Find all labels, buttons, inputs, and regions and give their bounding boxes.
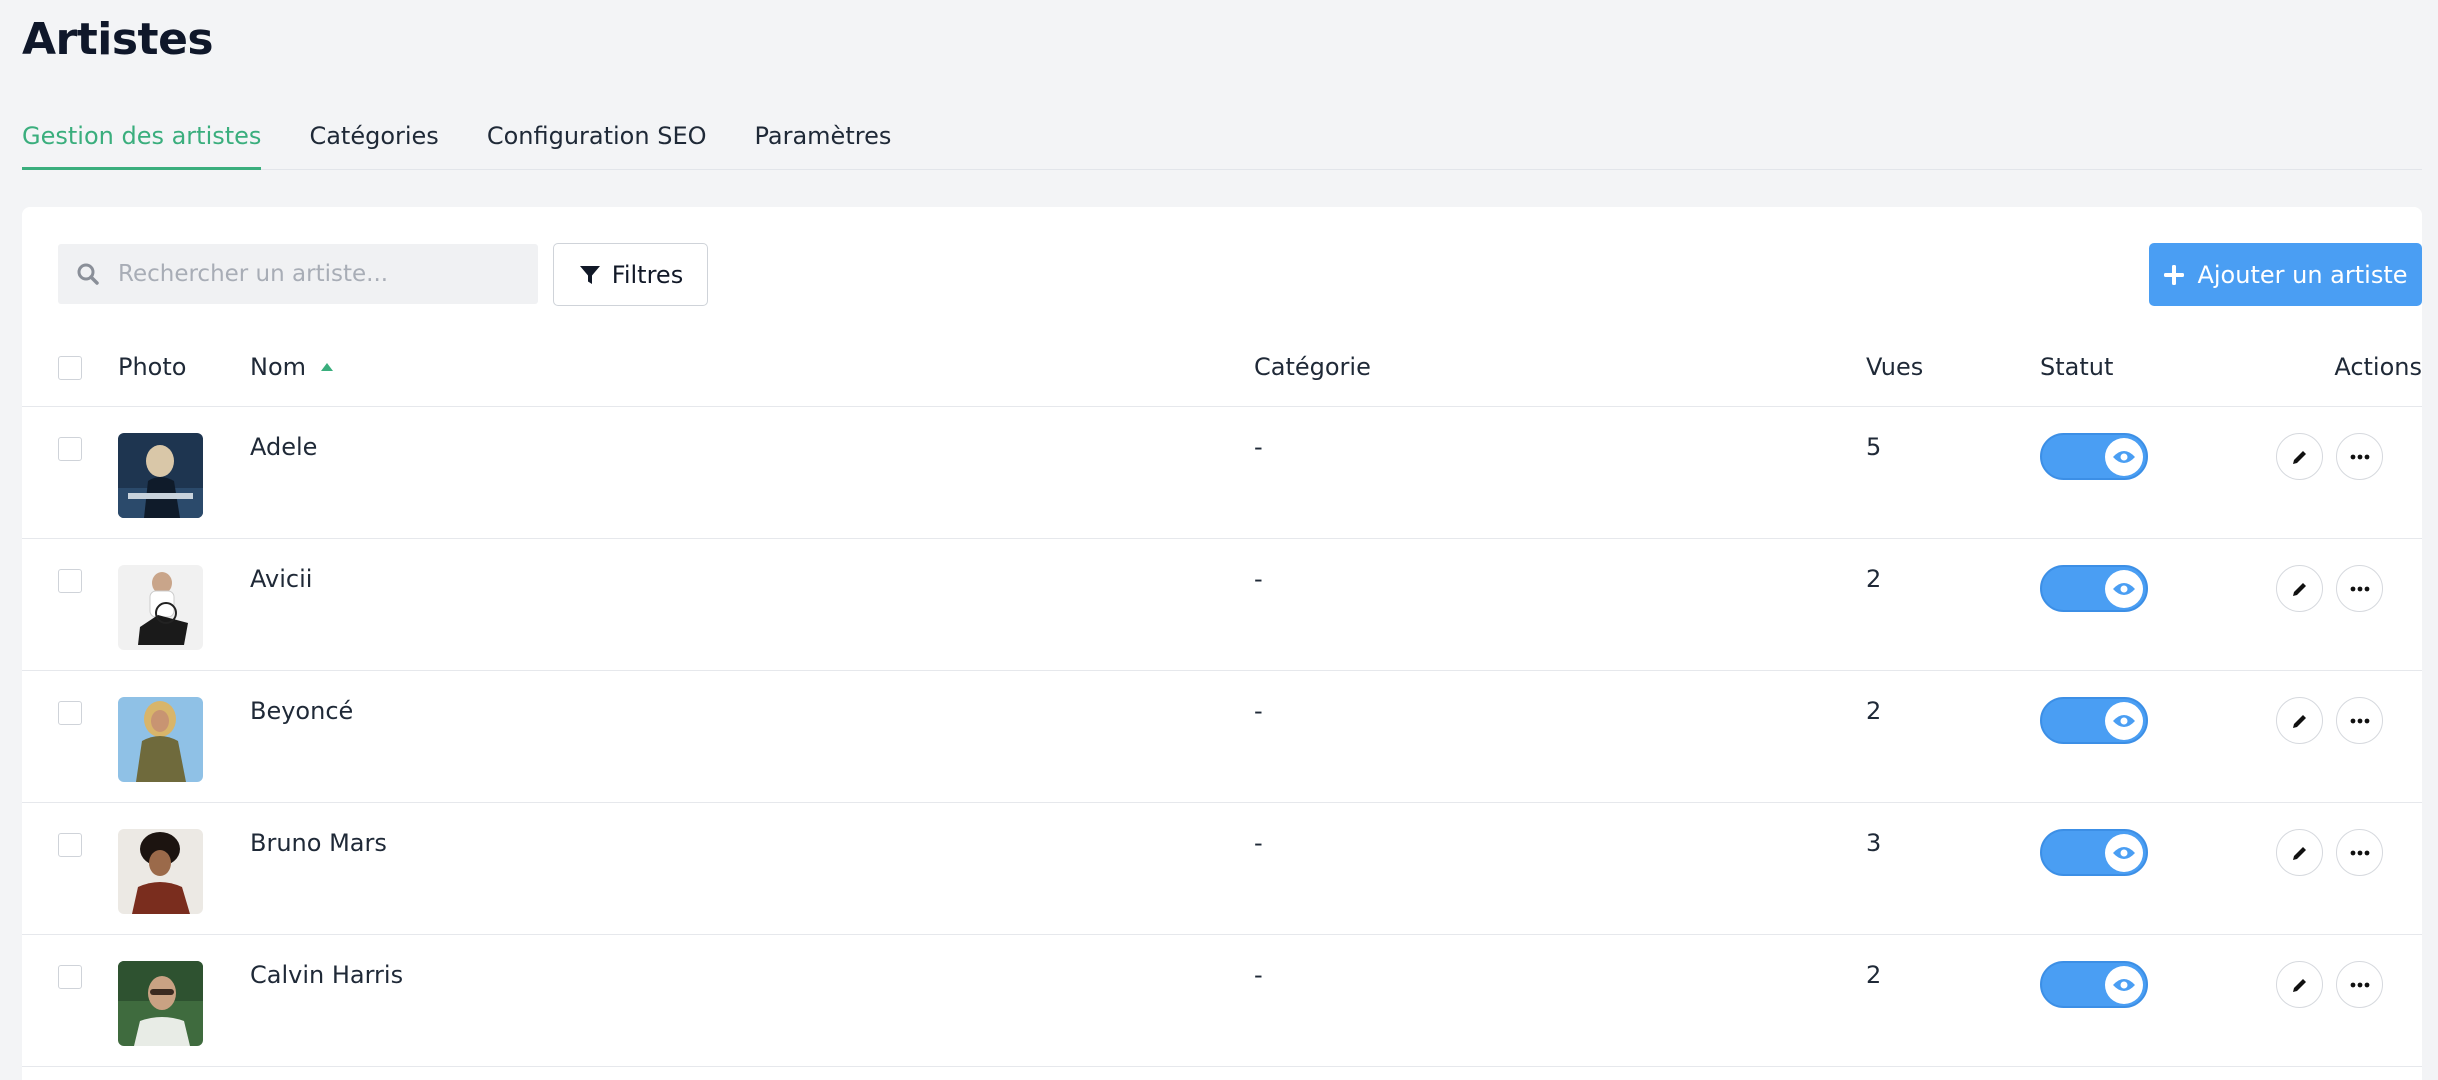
status-toggle[interactable] bbox=[2040, 697, 2148, 744]
header-photo: Photo bbox=[118, 353, 187, 381]
more-button[interactable] bbox=[2336, 697, 2383, 744]
search-input[interactable] bbox=[118, 261, 508, 287]
more-button[interactable] bbox=[2336, 961, 2383, 1008]
row-checkbox[interactable] bbox=[58, 437, 82, 461]
edit-button[interactable] bbox=[2276, 697, 2323, 744]
select-all-checkbox[interactable] bbox=[58, 356, 82, 380]
table-row: Beyoncé - 2 bbox=[22, 671, 2422, 803]
tabs-bar: Gestion des artistes Catégories Configur… bbox=[22, 112, 2422, 170]
edit-button[interactable] bbox=[2276, 829, 2323, 876]
status-toggle[interactable] bbox=[2040, 433, 2148, 480]
edit-button[interactable] bbox=[2276, 961, 2323, 1008]
tab-categories[interactable]: Catégories bbox=[309, 112, 438, 170]
table-row: Calvin Harris - 2 bbox=[22, 935, 2422, 1067]
edit-button[interactable] bbox=[2276, 433, 2323, 480]
status-toggle[interactable] bbox=[2040, 565, 2148, 612]
artist-views: 2 bbox=[1866, 961, 1882, 989]
artist-category: - bbox=[1254, 829, 1263, 857]
sort-asc-icon bbox=[321, 363, 334, 371]
artist-photo bbox=[118, 433, 203, 518]
add-artist-button[interactable]: Ajouter un artiste bbox=[2149, 243, 2422, 306]
eye-icon bbox=[2105, 966, 2143, 1004]
artist-category: - bbox=[1254, 961, 1263, 989]
artist-category: - bbox=[1254, 697, 1263, 725]
page-title: Artistes bbox=[22, 14, 214, 65]
artist-category: - bbox=[1254, 433, 1263, 461]
table-header: Photo Nom Catégorie Vues Statut Actions bbox=[22, 327, 2422, 407]
row-checkbox[interactable] bbox=[58, 701, 82, 725]
artist-name[interactable]: Calvin Harris bbox=[250, 961, 403, 989]
header-category: Catégorie bbox=[1254, 353, 1371, 381]
artist-name[interactable]: Bruno Mars bbox=[250, 829, 387, 857]
artist-name[interactable]: Beyoncé bbox=[250, 697, 353, 725]
row-checkbox[interactable] bbox=[58, 965, 82, 989]
more-horizontal-icon bbox=[2350, 982, 2369, 987]
more-horizontal-icon bbox=[2350, 586, 2369, 591]
eye-icon bbox=[2105, 834, 2143, 872]
pencil-icon bbox=[2292, 714, 2306, 728]
artist-photo bbox=[118, 565, 203, 650]
artist-category: - bbox=[1254, 565, 1263, 593]
header-views: Vues bbox=[1866, 353, 1924, 381]
pencil-icon bbox=[2292, 846, 2306, 860]
table-row: Avicii - 2 bbox=[22, 539, 2422, 671]
header-status: Statut bbox=[2040, 353, 2114, 381]
more-horizontal-icon bbox=[2350, 454, 2369, 459]
artist-photo bbox=[118, 697, 203, 782]
filter-button-label: Filtres bbox=[611, 260, 684, 289]
eye-icon bbox=[2105, 438, 2143, 476]
row-checkbox[interactable] bbox=[58, 569, 82, 593]
pencil-icon bbox=[2292, 582, 2306, 596]
search-icon bbox=[77, 263, 99, 285]
pencil-icon bbox=[2292, 450, 2306, 464]
table-row: Bruno Mars - 3 bbox=[22, 803, 2422, 935]
filter-button[interactable]: Filtres bbox=[553, 243, 708, 306]
status-toggle[interactable] bbox=[2040, 829, 2148, 876]
eye-icon bbox=[2105, 570, 2143, 608]
row-checkbox[interactable] bbox=[58, 833, 82, 857]
search-box[interactable] bbox=[58, 244, 538, 304]
edit-button[interactable] bbox=[2276, 565, 2323, 612]
artist-photo bbox=[118, 829, 203, 914]
artist-name[interactable]: Adele bbox=[250, 433, 317, 461]
header-name-label: Nom bbox=[250, 353, 307, 381]
artist-views: 2 bbox=[1866, 565, 1882, 593]
table-row: Adele - 5 bbox=[22, 407, 2422, 539]
artist-views: 5 bbox=[1866, 433, 1882, 461]
artist-name[interactable]: Avicii bbox=[250, 565, 312, 593]
tab-configuration-seo[interactable]: Configuration SEO bbox=[487, 112, 707, 170]
artist-photo bbox=[118, 961, 203, 1046]
tab-gestion-des-artistes[interactable]: Gestion des artistes bbox=[22, 112, 262, 170]
more-button[interactable] bbox=[2336, 829, 2383, 876]
artist-views: 3 bbox=[1866, 829, 1882, 857]
more-horizontal-icon bbox=[2350, 718, 2369, 723]
plus-icon bbox=[2164, 264, 2185, 285]
filter-icon bbox=[579, 265, 600, 284]
tab-parametres[interactable]: Paramètres bbox=[755, 112, 892, 170]
header-actions: Actions bbox=[2334, 353, 2422, 381]
artist-views: 2 bbox=[1866, 697, 1882, 725]
artists-card: Filtres Ajouter un artiste Photo Nom Cat… bbox=[22, 207, 2422, 1080]
more-horizontal-icon bbox=[2350, 850, 2369, 855]
header-name[interactable]: Nom bbox=[250, 353, 334, 381]
more-button[interactable] bbox=[2336, 433, 2383, 480]
status-toggle[interactable] bbox=[2040, 961, 2148, 1008]
pencil-icon bbox=[2292, 978, 2306, 992]
add-artist-label: Ajouter un artiste bbox=[2197, 260, 2408, 289]
more-button[interactable] bbox=[2336, 565, 2383, 612]
eye-icon bbox=[2105, 702, 2143, 740]
